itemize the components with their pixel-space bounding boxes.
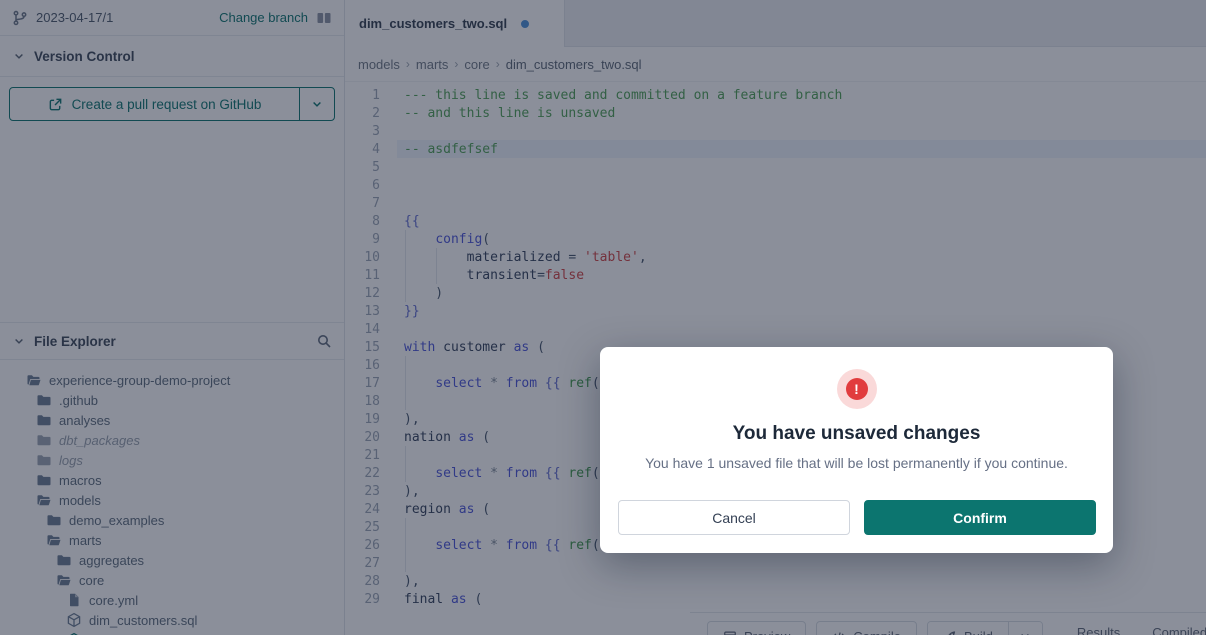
cancel-button[interactable]: Cancel [618,500,850,535]
alert-icon-circle: ! [837,369,877,409]
dbt-cloud-ide: 2023-04-17/1 Change branch Version Contr… [0,0,1206,635]
modal-body-text: You have 1 unsaved file that will be los… [600,455,1113,471]
modal-actions: Cancel Confirm [618,500,1096,535]
unsaved-changes-modal: ! You have unsaved changes You have 1 un… [600,347,1113,553]
confirm-button[interactable]: Confirm [864,500,1096,535]
modal-title: You have unsaved changes [600,423,1113,445]
alert-exclamation-icon: ! [846,378,868,400]
